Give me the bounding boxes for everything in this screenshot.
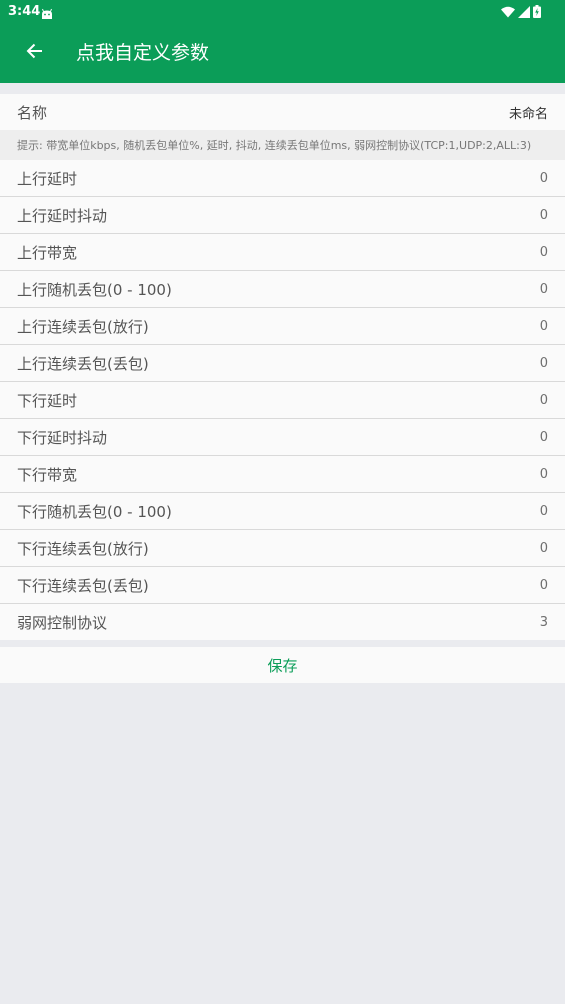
name-row[interactable]: 名称 未命名	[0, 94, 565, 130]
name-label: 名称	[17, 103, 48, 122]
param-label: 上行随机丢包(0 - 100)	[17, 280, 172, 299]
back-button[interactable]	[18, 36, 52, 70]
save-button[interactable]: 保存	[0, 647, 565, 683]
param-row-downlink-burst-drop[interactable]: 下行连续丢包(丢包) 0	[0, 567, 565, 604]
param-label: 上行连续丢包(丢包)	[17, 354, 149, 373]
param-label: 下行带宽	[17, 465, 78, 484]
param-row-downlink-random-loss[interactable]: 下行随机丢包(0 - 100) 0	[0, 493, 565, 530]
status-icons	[501, 4, 541, 20]
param-row-uplink-bandwidth[interactable]: 上行带宽 0	[0, 234, 565, 271]
param-row-uplink-random-loss[interactable]: 上行随机丢包(0 - 100) 0	[0, 271, 565, 308]
param-value: 0	[539, 318, 548, 334]
param-row-uplink-burst-pass[interactable]: 上行连续丢包(放行) 0	[0, 308, 565, 345]
param-row-uplink-jitter[interactable]: 上行延时抖动 0	[0, 197, 565, 234]
param-value: 0	[539, 503, 548, 519]
param-label: 下行连续丢包(放行)	[17, 539, 149, 558]
status-time: 3:44	[8, 4, 41, 19]
param-value: 0	[539, 540, 548, 556]
param-label: 上行延时	[17, 169, 78, 188]
battery-charging-icon	[533, 3, 541, 22]
arrow-back-icon	[26, 42, 44, 64]
name-value: 未命名	[508, 106, 548, 122]
param-label: 弱网控制协议	[17, 613, 108, 632]
android-robot-icon	[41, 5, 53, 19]
app-bar: 点我自定义参数	[0, 24, 565, 83]
param-value: 0	[539, 207, 548, 223]
param-value: 0	[539, 244, 548, 260]
param-label: 下行随机丢包(0 - 100)	[17, 502, 172, 521]
param-label: 上行连续丢包(放行)	[17, 317, 149, 336]
param-row-downlink-bandwidth[interactable]: 下行带宽 0	[0, 456, 565, 493]
param-value: 3	[539, 614, 548, 630]
param-label: 下行延时	[17, 391, 78, 410]
param-value: 0	[539, 577, 548, 593]
param-row-uplink-burst-drop[interactable]: 上行连续丢包(丢包) 0	[0, 345, 565, 382]
param-row-downlink-delay[interactable]: 下行延时 0	[0, 382, 565, 419]
param-row-uplink-delay[interactable]: 上行延时 0	[0, 160, 565, 197]
param-row-protocol[interactable]: 弱网控制协议 3	[0, 604, 565, 640]
param-value: 0	[539, 281, 548, 297]
param-value: 0	[539, 466, 548, 482]
param-value: 0	[539, 392, 548, 408]
param-label: 上行延时抖动	[17, 206, 108, 225]
settings-list: 名称 未命名 提示: 带宽单位kbps, 随机丢包单位%, 延时, 抖动, 连续…	[0, 94, 565, 683]
page-title: 点我自定义参数	[76, 42, 210, 64]
param-value: 0	[539, 170, 548, 186]
param-list: 上行延时 0 上行延时抖动 0 上行带宽 0 上行随机丢包(0 - 100) 0…	[0, 160, 565, 640]
cellular-signal-icon	[518, 3, 530, 22]
wifi-icon	[501, 3, 515, 22]
param-label: 下行连续丢包(丢包)	[17, 576, 149, 595]
param-row-downlink-burst-pass[interactable]: 下行连续丢包(放行) 0	[0, 530, 565, 567]
param-row-downlink-jitter[interactable]: 下行延时抖动 0	[0, 419, 565, 456]
param-label: 下行延时抖动	[17, 428, 108, 447]
param-label: 上行带宽	[17, 243, 78, 262]
status-bar: 3:44	[0, 0, 565, 24]
divider	[0, 640, 565, 647]
param-value: 0	[539, 429, 548, 445]
param-value: 0	[539, 355, 548, 371]
hint-text: 提示: 带宽单位kbps, 随机丢包单位%, 延时, 抖动, 连续丢包单位ms,…	[0, 130, 565, 160]
